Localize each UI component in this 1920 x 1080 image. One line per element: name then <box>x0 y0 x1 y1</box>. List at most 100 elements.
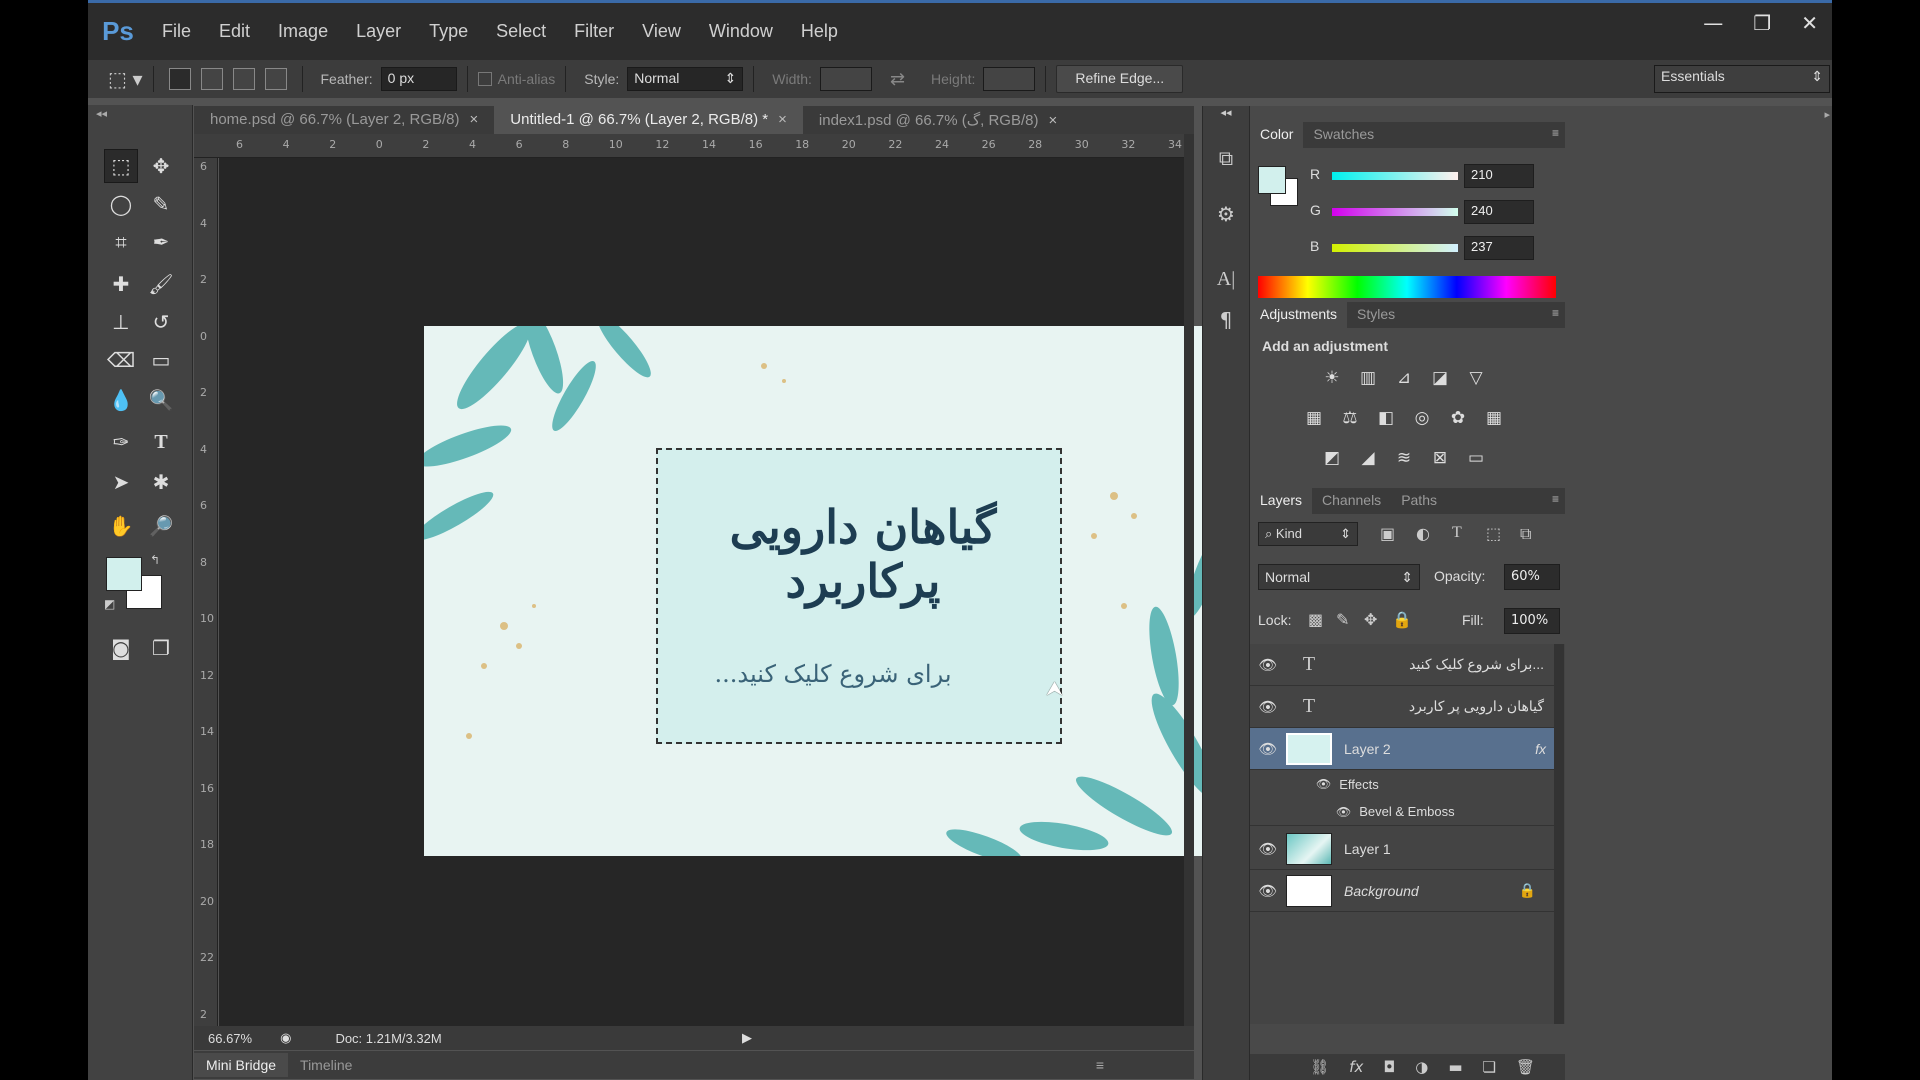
properties-icon[interactable]: ⚙ <box>1211 202 1241 232</box>
trash-icon[interactable]: 🗑 <box>1516 1058 1535 1076</box>
threshold-icon[interactable]: ≋ <box>1392 448 1416 472</box>
lock-transparent-icon[interactable]: ▩ <box>1308 610 1323 629</box>
zoom-tool-icon[interactable]: 🔎 <box>144 509 178 543</box>
minimize-button[interactable]: — <box>1703 11 1723 35</box>
workspace-select[interactable]: Essentials ⇕ <box>1654 65 1830 93</box>
add-mask-icon[interactable]: ◘ <box>1383 1058 1395 1076</box>
blend-mode-select[interactable]: Normal ⇕ <box>1258 564 1420 590</box>
menu-type[interactable]: Type <box>415 21 482 42</box>
tab-timeline[interactable]: Timeline <box>288 1053 364 1077</box>
opacity-input[interactable]: 60% <box>1504 564 1560 590</box>
menu-image[interactable]: Image <box>264 21 342 42</box>
eye-icon[interactable]: 👁 <box>1336 805 1359 819</box>
tab-channels[interactable]: Channels <box>1312 488 1391 514</box>
status-info-icon[interactable]: ◉ <box>266 1030 305 1046</box>
document-canvas[interactable]: گیاهان دارویی پرکاربرد برای شروع کلیک کن… <box>424 326 1222 856</box>
height-input[interactable] <box>983 67 1036 91</box>
menu-filter[interactable]: Filter <box>560 21 628 42</box>
type-tool-icon[interactable]: T <box>144 425 178 459</box>
panel-menu-icon[interactable]: ≡ <box>1552 126 1559 140</box>
tab-color[interactable]: Color <box>1250 122 1304 148</box>
tab-close-icon[interactable]: × <box>778 111 787 128</box>
tab-close-icon[interactable]: × <box>1049 112 1058 129</box>
layers-scrollbar[interactable] <box>1554 644 1564 1024</box>
clone-stamp-tool-icon[interactable]: ⊥ <box>104 305 138 339</box>
tab-adjustments[interactable]: Adjustments <box>1250 302 1348 328</box>
eraser-tool-icon[interactable]: ⌫ <box>104 343 138 377</box>
eye-icon[interactable]: 👁 <box>1250 882 1286 900</box>
new-adjustment-icon[interactable]: ◑ <box>1415 1058 1428 1076</box>
lock-all-icon[interactable]: 🔒 <box>1392 610 1412 629</box>
lasso-tool-icon[interactable]: ◯ <box>104 187 138 221</box>
quick-selection-tool-icon[interactable]: ✎ <box>144 187 178 221</box>
tab-home-psd[interactable]: home.psd @ 66.7% (Layer 2, RGB/8) × <box>194 106 494 134</box>
character-icon[interactable]: A| <box>1211 268 1241 298</box>
feather-input[interactable]: 0 px <box>380 67 457 91</box>
color-fg-swatch[interactable] <box>1258 166 1286 194</box>
new-group-icon[interactable]: ▬ <box>1448 1058 1462 1076</box>
new-selection-icon[interactable] <box>168 68 191 90</box>
filter-smart-object-icon[interactable]: ⧉ <box>1520 524 1531 544</box>
eye-icon[interactable]: 👁 <box>1316 777 1339 791</box>
tab-styles[interactable]: Styles <box>1347 302 1405 328</box>
color-balance-icon[interactable]: ⚖ <box>1338 408 1362 432</box>
history-icon[interactable]: ⧉ <box>1211 146 1241 176</box>
tab-mini-bridge[interactable]: Mini Bridge <box>194 1053 289 1077</box>
lock-image-icon[interactable]: ✎ <box>1336 610 1349 629</box>
vibrance-icon[interactable]: ▽ <box>1464 368 1488 392</box>
swap-icon[interactable]: ⇄ <box>890 69 905 90</box>
menu-layer[interactable]: Layer <box>342 21 415 42</box>
antialias-checkbox[interactable] <box>477 72 492 86</box>
menu-view[interactable]: View <box>628 21 695 42</box>
filter-shape-icon[interactable]: ⬚ <box>1486 524 1501 543</box>
rectangular-marquee-tool-icon[interactable]: ⬚ <box>104 149 138 183</box>
panel-collapse-icon[interactable]: ▸ <box>1824 108 1830 121</box>
layer-filter-kind[interactable]: ⌕ Kind ⇕ <box>1258 522 1358 546</box>
gradient-tool-icon[interactable]: ▭ <box>144 343 178 377</box>
link-layers-icon[interactable]: ⛓ <box>1310 1058 1329 1076</box>
color-lookup-icon[interactable]: ▦ <box>1482 408 1506 432</box>
screen-mode-icon[interactable]: ❐ <box>144 631 178 665</box>
eyedropper-tool-icon[interactable]: ✒ <box>144 225 178 259</box>
path-selection-tool-icon[interactable]: ➤ <box>104 465 138 499</box>
layer-row-title-text[interactable]: 👁 T گیاهان دارویی پر کاربرد <box>1250 686 1560 728</box>
pen-tool-icon[interactable]: ✑ <box>104 425 138 459</box>
selective-color-icon[interactable]: ⊠ <box>1428 448 1452 472</box>
history-brush-tool-icon[interactable]: ↺ <box>144 305 178 339</box>
green-value-input[interactable]: 240 <box>1464 200 1534 224</box>
vertical-scrollbar[interactable] <box>1184 134 1194 1026</box>
new-layer-icon[interactable]: ❏ <box>1483 1058 1496 1076</box>
paragraph-icon[interactable]: ¶ <box>1211 308 1241 338</box>
eye-icon[interactable]: 👁 <box>1250 656 1286 674</box>
hand-tool-icon[interactable]: ✋ <box>104 509 138 543</box>
tab-index1-psd[interactable]: index1.psd @ 66.7% (گ, RGB/8) × <box>803 106 1073 134</box>
blue-slider-track[interactable] <box>1332 244 1458 252</box>
healing-brush-tool-icon[interactable]: ✚ <box>104 267 138 301</box>
eye-icon[interactable]: 👁 <box>1250 740 1286 758</box>
posterize-icon[interactable]: ◢ <box>1356 448 1380 472</box>
close-button[interactable]: ✕ <box>1801 11 1818 35</box>
marquee-preset-icon[interactable]: ⬚ ▾ <box>108 67 143 92</box>
width-input[interactable] <box>819 67 872 91</box>
layer-row-background[interactable]: 👁 Background 🔒 <box>1250 870 1560 912</box>
fill-input[interactable]: 100% <box>1504 608 1560 634</box>
panel-menu-icon[interactable]: ≡ <box>1552 306 1559 320</box>
move-tool-icon[interactable]: ✥ <box>144 149 178 183</box>
layer-row-layer-2[interactable]: 👁 Layer 2 fx <box>1250 728 1560 770</box>
green-slider[interactable]: G 240 <box>1310 200 1560 224</box>
menu-window[interactable]: Window <box>695 21 787 42</box>
invert-icon[interactable]: ◩ <box>1320 448 1344 472</box>
photo-filter-icon[interactable]: ◎ <box>1410 408 1434 432</box>
tab-paths[interactable]: Paths <box>1391 488 1447 514</box>
tab-close-icon[interactable]: × <box>470 111 479 128</box>
layer-row-subtitle-text[interactable]: 👁 T ...برای شروع کلیک کنید <box>1250 644 1560 686</box>
menu-edit[interactable]: Edit <box>205 21 264 42</box>
hue-saturation-icon[interactable]: ▦ <box>1302 408 1326 432</box>
layer-row-effects[interactable]: 👁 Effects <box>1250 770 1560 798</box>
swap-colors-icon[interactable]: ↰ <box>150 553 160 567</box>
menu-file[interactable]: File <box>148 21 205 42</box>
exposure-icon[interactable]: ◪ <box>1428 368 1452 392</box>
refine-edge-button[interactable]: Refine Edge... <box>1056 65 1184 93</box>
brush-tool-icon[interactable]: 🖌 <box>144 267 178 301</box>
tab-layers[interactable]: Layers <box>1250 488 1313 514</box>
